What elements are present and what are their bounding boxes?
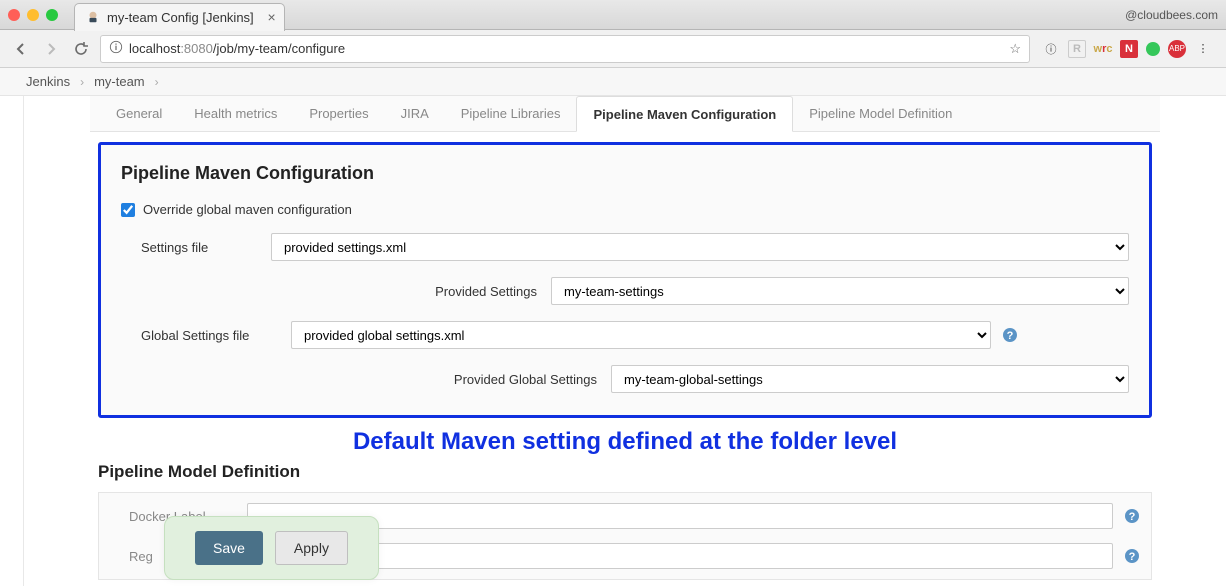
browser-menu-icon[interactable]: ⋮	[1194, 40, 1212, 58]
settings-file-label: Settings file	[141, 240, 271, 255]
tab-pipeline-libraries[interactable]: Pipeline Libraries	[445, 96, 577, 131]
help-icon[interactable]: ?	[1123, 548, 1141, 564]
help-icon[interactable]: ?	[1001, 327, 1019, 343]
chevron-right-icon: ›	[80, 75, 84, 89]
extension-r-icon[interactable]: R	[1068, 40, 1086, 58]
jenkins-favicon-icon	[85, 9, 101, 25]
settings-file-select[interactable]: provided settings.xml	[271, 233, 1129, 261]
extension-icons: ⓘ R wrc N ABP ⋮	[1038, 40, 1216, 58]
help-icon[interactable]: ?	[1123, 508, 1141, 524]
extension-n-icon[interactable]: N	[1120, 40, 1138, 58]
browser-tab[interactable]: my-team Config [Jenkins] ×	[74, 3, 285, 31]
browser-tab-title: my-team Config [Jenkins]	[107, 10, 254, 25]
extension-wrc-icon[interactable]: wrc	[1094, 40, 1112, 58]
address-bar: localhost:8080/job/my-team/configure ☆ ⓘ…	[0, 30, 1226, 68]
chevron-right-icon: ›	[155, 75, 159, 89]
save-button[interactable]: Save	[195, 531, 263, 565]
provided-settings-label: Provided Settings	[271, 284, 551, 299]
annotation-text: Default Maven setting defined at the fol…	[98, 428, 1152, 456]
site-info-icon[interactable]: ⓘ	[1042, 40, 1060, 58]
save-apply-bar: Save Apply	[164, 516, 379, 580]
svg-text:?: ?	[1007, 330, 1014, 342]
section-title: Pipeline Maven Configuration	[121, 163, 1129, 184]
extension-abp-icon[interactable]: ABP	[1168, 40, 1186, 58]
svg-text:?: ?	[1129, 551, 1136, 563]
close-window-icon[interactable]	[8, 9, 20, 21]
provided-settings-select[interactable]: my-team-settings	[551, 277, 1129, 305]
override-global-label: Override global maven configuration	[143, 202, 352, 217]
tab-properties[interactable]: Properties	[293, 96, 384, 131]
info-icon[interactable]	[109, 40, 123, 57]
close-tab-icon[interactable]: ×	[267, 9, 275, 25]
forward-button[interactable]	[40, 38, 62, 60]
tab-jira[interactable]: JIRA	[385, 96, 445, 131]
provided-global-settings-label: Provided Global Settings	[271, 372, 611, 387]
breadcrumb-item-jenkins[interactable]: Jenkins	[26, 74, 70, 89]
url-text: localhost:8080/job/my-team/configure	[129, 41, 345, 56]
browser-profile[interactable]: @cloudbees.com	[1125, 8, 1218, 22]
browser-titlebar: my-team Config [Jenkins] × @cloudbees.co…	[0, 0, 1226, 30]
tab-pipeline-model-definition[interactable]: Pipeline Model Definition	[793, 96, 968, 131]
breadcrumb: Jenkins › my-team ›	[0, 68, 1226, 96]
extension-green-dot-icon[interactable]	[1146, 42, 1160, 56]
bookmark-star-icon[interactable]: ☆	[1009, 41, 1021, 57]
minimize-window-icon[interactable]	[27, 9, 39, 21]
global-settings-file-label: Global Settings file	[141, 328, 291, 343]
config-tabs: General Health metrics Properties JIRA P…	[90, 96, 1160, 132]
lower-section-title: Pipeline Model Definition	[98, 462, 1152, 482]
override-global-checkbox[interactable]	[121, 203, 135, 217]
tab-pipeline-maven-config[interactable]: Pipeline Maven Configuration	[576, 96, 793, 132]
back-button[interactable]	[10, 38, 32, 60]
provided-global-settings-select[interactable]: my-team-global-settings	[611, 365, 1129, 393]
window-controls	[8, 9, 58, 21]
reload-button[interactable]	[70, 38, 92, 60]
url-input[interactable]: localhost:8080/job/my-team/configure ☆	[100, 35, 1030, 63]
maven-config-section: Pipeline Maven Configuration Override gl…	[98, 142, 1152, 418]
maximize-window-icon[interactable]	[46, 9, 58, 21]
global-settings-file-select[interactable]: provided global settings.xml	[291, 321, 991, 349]
left-gutter	[0, 96, 24, 586]
breadcrumb-item-myteam[interactable]: my-team	[94, 74, 145, 89]
svg-text:?: ?	[1129, 511, 1136, 523]
tab-general[interactable]: General	[100, 96, 178, 131]
apply-button[interactable]: Apply	[275, 531, 348, 565]
tab-health-metrics[interactable]: Health metrics	[178, 96, 293, 131]
